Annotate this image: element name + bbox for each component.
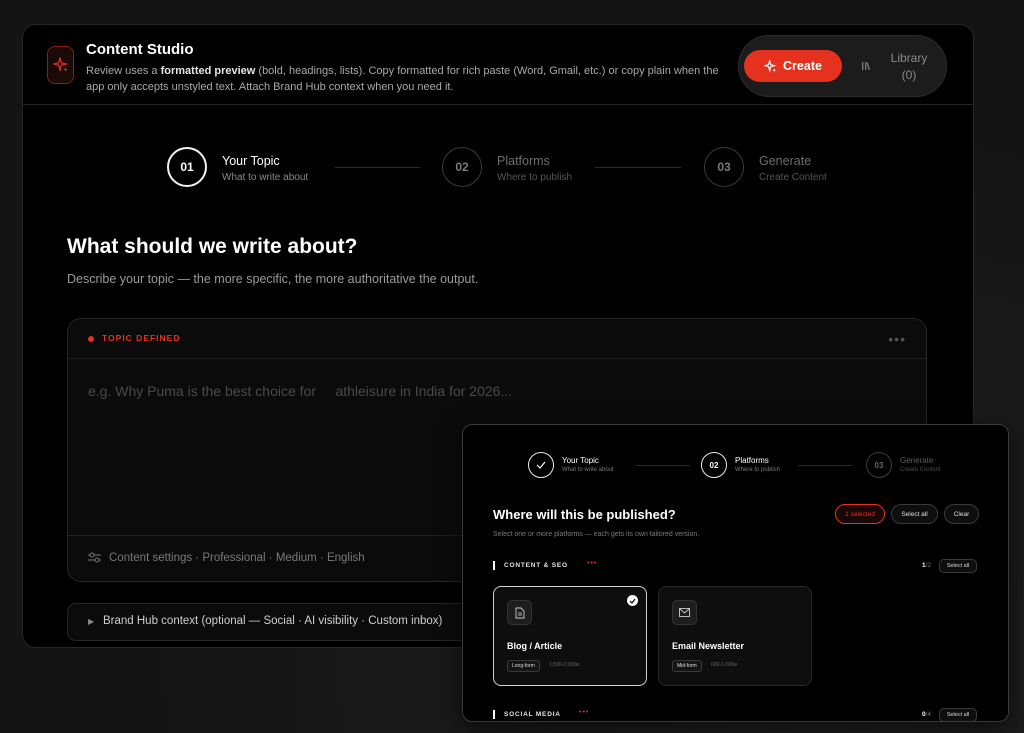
topic-card-header: TOPIC DEFINED ••• [68,319,926,359]
library-count: (0) [901,68,917,82]
platform-name: Email Newsletter [672,641,745,651]
section-count-total: /2 [925,562,932,569]
selected-check-icon [627,595,638,606]
step-number: 01 [167,147,207,187]
platform-card-email-newsletter[interactable]: Email Newsletter Mid-form 600-1,000w [658,586,812,686]
create-label: Create [783,59,822,73]
library-button[interactable]: Library (0) [857,48,947,86]
desc-text-1: Review uses a [86,65,161,77]
word-range: 1,500-2,500w [549,662,580,668]
section-select-all-button[interactable]: Select all [939,708,977,721]
step-number: 02 [701,452,727,478]
platforms-title: Where will this be published? [493,507,676,522]
step-title: Your Topic [562,456,599,465]
platform-name: Blog / Article [507,641,563,651]
select-all-button[interactable]: Select all [891,504,938,524]
section-dots-icon: ••• [587,560,598,567]
brand-hub-label: Brand Hub context (optional — Social · A… [103,615,443,627]
topic-status-label: TOPIC DEFINED [102,333,181,343]
section-select-all-button[interactable]: Select all [939,559,977,573]
section-label-content-seo: CONTENT & SEO [504,562,568,569]
step-title: Platforms [497,154,550,168]
word-range: 600-1,000w [711,662,738,668]
app-header: Content Studio Review uses a formatted p… [23,25,973,105]
clear-button[interactable]: Clear [944,504,979,524]
section-label-social-media: SOCIAL MEDIA [504,711,561,718]
step-connector [595,167,681,168]
section-marker [493,561,495,570]
step-number: 03 [866,452,892,478]
step-subtitle: Create Content [900,467,941,473]
section-count-total: /4 [925,711,932,718]
desc-text-bold: formatted preview [160,65,256,77]
step-title: Platforms [735,456,769,465]
step-connector [635,465,690,466]
create-button[interactable]: Create [744,50,842,82]
sliders-icon [88,552,101,563]
length-tag: Mid-form [672,660,702,672]
page-subtitle: Describe your topic — the more specific,… [67,272,479,286]
app-title: Content Studio [86,41,194,58]
platforms-subtitle: Select one or more platforms — each gets… [493,531,700,538]
selected-count-badge: 1 selected [835,504,885,524]
expand-arrow-icon: ▶ [88,617,95,626]
library-icon [862,62,870,70]
status-dot-icon [88,336,94,342]
step-subtitle: What to write about [562,467,614,473]
step-title: Your Topic [222,154,280,168]
step-subtitle: What to write about [222,172,309,183]
section-count: 0/4 [922,711,931,718]
library-label: Library [890,51,928,65]
mail-icon [672,600,697,625]
sparkle-icon [764,59,777,73]
step-subtitle: Where to publish [497,172,573,183]
platforms-step-window: Your Topic What to write about 02 Platfo… [462,424,1009,722]
sparkle-logo-icon [47,46,74,84]
content-settings-summary: Content settings · Professional · Medium… [109,552,365,564]
step-subtitle: Create Content [759,172,827,183]
section-marker [493,710,495,719]
length-tag: Long-form [507,660,540,672]
document-icon [507,600,532,625]
step-title: Generate [900,456,934,465]
step-number: 02 [442,147,482,187]
checkmark-icon [528,452,554,478]
app-description: Review uses a formatted preview (bold, h… [86,64,726,95]
page-title: What should we write about? [67,235,358,258]
step-connector [798,465,853,466]
mode-switch: Create Library (0) [738,35,947,97]
more-options-icon[interactable]: ••• [888,331,906,347]
platform-card-blog[interactable]: Blog / Article Long-form 1,500-2,500w [493,586,647,686]
section-count: 1/2 [922,562,931,569]
step-subtitle: Where to publish [735,467,781,473]
step-connector [335,167,420,168]
step-number: 03 [704,147,744,187]
topic-input[interactable] [88,383,888,399]
step-title: Generate [759,154,812,168]
section-dots-icon: ••• [579,709,590,716]
